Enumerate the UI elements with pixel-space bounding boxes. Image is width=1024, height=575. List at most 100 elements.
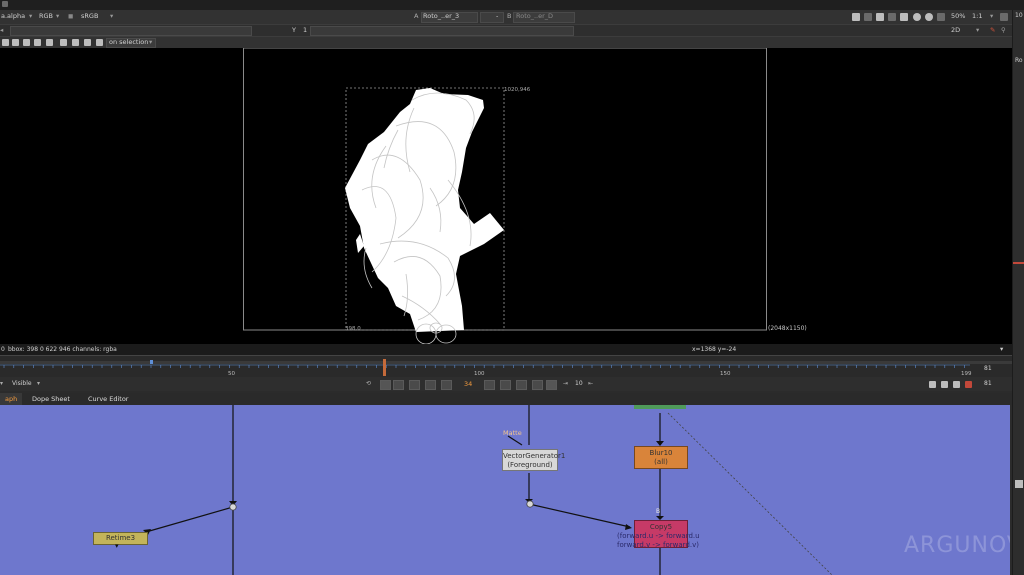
feather-tool-icon[interactable] (34, 39, 41, 46)
gain-icon[interactable] (900, 13, 908, 21)
proxy-icon[interactable] (925, 13, 933, 21)
wipe-icon[interactable] (1000, 13, 1008, 21)
viewer-mode-select[interactable]: 2D (951, 26, 960, 34)
increment-field[interactable]: 10 (575, 380, 583, 387)
in-point-marker[interactable] (150, 360, 153, 364)
copy-node-sub-1: (forward.u -> forward.u (617, 532, 700, 540)
status-menu-icon[interactable]: ▾ (1000, 345, 1003, 353)
frame-display[interactable]: 81 (984, 380, 992, 387)
tab-curve-editor[interactable]: Curve Editor (83, 393, 133, 405)
mode-dropdown-icon[interactable]: ▾ (976, 26, 979, 34)
panel-accent-line (1013, 262, 1024, 264)
vector-generator-node[interactable]: VectorGenerator1 (Foreground) (502, 449, 566, 471)
range-dropdown-icon[interactable]: ▾ (0, 380, 3, 387)
render-icon[interactable] (941, 381, 948, 388)
properties-panel: 10 Ro (1012, 10, 1024, 575)
pick-color-icon[interactable]: ✎ (990, 26, 995, 34)
curves-tool-icon[interactable] (60, 39, 67, 46)
first-frame-button[interactable] (393, 380, 404, 390)
goto-out-button[interactable] (546, 380, 557, 390)
status-info: bbox: 398 0 622 946 channels: rgba (8, 346, 117, 353)
viewer-toolbar: a.alpha ▾ RGB ▾ ◼ sRGB ▾ A Roto_..er_3 -… (0, 10, 1012, 24)
colorspace-b-select[interactable]: sRGB (81, 12, 98, 20)
frame-step-icon[interactable]: ◂ (0, 26, 3, 34)
lut-icon: ◼ (68, 12, 74, 20)
prev-keyframe-button[interactable] (409, 380, 420, 390)
tangent-tool-icon[interactable] (72, 39, 79, 46)
panel-label: Ro (1015, 57, 1023, 64)
next-frame-button[interactable] (500, 380, 511, 390)
node-graph[interactable]: Matte VectorGenerator1 (Foreground) Blur… (0, 405, 1010, 575)
overlay-icon[interactable] (864, 13, 872, 21)
tab-dope-sheet[interactable]: Dope Sheet (27, 393, 75, 405)
copy-node-sub-2: forward.v -> forward.v) (617, 541, 699, 549)
playback-mode-icon[interactable]: ⟲ (366, 380, 371, 387)
ratio-dropdown-icon[interactable]: ▾ (990, 12, 993, 20)
playhead[interactable] (383, 359, 386, 376)
next-keyframe-button[interactable] (516, 380, 527, 390)
blur-node[interactable]: Blur10 (all) (634, 446, 688, 469)
lock-icon[interactable] (953, 381, 960, 388)
play-backward-button[interactable] (441, 380, 452, 390)
colorspace-a-select[interactable]: RGB (39, 12, 53, 20)
visible-select[interactable]: Visible (12, 380, 32, 387)
input-operation-value: - (496, 12, 499, 20)
select-tool-icon[interactable] (2, 39, 9, 46)
colorspace-b-dropdown-icon[interactable]: ▾ (110, 12, 113, 20)
blur-node-sub: (all) (654, 458, 668, 466)
goto-in-button[interactable] (380, 380, 391, 390)
watermark: ARGUNOV (904, 533, 1010, 558)
dot-node[interactable] (229, 503, 237, 511)
roi-icon[interactable] (852, 13, 860, 21)
record-icon[interactable] (965, 381, 972, 388)
refresh-icon[interactable] (913, 13, 921, 21)
viewer-canvas[interactable]: 1020,946 398,0 (2048x1150) (0, 48, 1012, 344)
link-icon[interactable]: ⚲ (1001, 26, 1006, 34)
bbox-bottom-left-label: 398,0 (345, 326, 361, 332)
safe-area-icon[interactable] (876, 13, 884, 21)
status-coords: x=1368 y=-24 (692, 346, 737, 353)
transport-controls: ▾ Visible ▾ ⟲ 34 ⇥ 10 ⇤ 81 (0, 377, 1012, 391)
input-a-label: A (414, 12, 419, 20)
upstream-node[interactable] (634, 405, 686, 409)
window-icon[interactable] (2, 1, 8, 7)
pause-icon[interactable] (937, 13, 945, 21)
label-tool-icon[interactable] (84, 39, 91, 46)
last-frame-button[interactable] (532, 380, 543, 390)
visible-dropdown-icon[interactable]: ▾ (37, 380, 40, 387)
zoom-select[interactable]: 50% (951, 12, 965, 20)
on-selection-dropdown-icon: ▾ (149, 38, 153, 46)
points-tool-icon[interactable] (23, 39, 30, 46)
matte-input-label: Matte (503, 429, 522, 437)
transform-tool-icon[interactable] (12, 39, 19, 46)
on-selection-label: on selection (109, 38, 149, 46)
prev-frame-button[interactable] (425, 380, 436, 390)
dot-node[interactable] (526, 500, 534, 508)
input-a-value: Roto_..er_3 (423, 12, 460, 20)
input-operation-field[interactable] (480, 12, 504, 23)
timeline-end-frame[interactable]: 81 (984, 365, 992, 372)
timeline[interactable]: 50 100 150 199 81 (0, 355, 1012, 378)
clipping-icon[interactable] (888, 13, 896, 21)
retime-node[interactable]: Retime3 (93, 532, 148, 545)
ripple-tool-icon[interactable] (96, 39, 103, 46)
flipbook-icon[interactable] (929, 381, 936, 388)
step-forward-icon[interactable]: ⇤ (588, 380, 593, 387)
status-prefix: 0 (1, 346, 5, 353)
step-icon[interactable]: ⇥ (563, 380, 568, 387)
bbox-tool-icon[interactable] (46, 39, 53, 46)
colorspace-a-dropdown-icon[interactable]: ▾ (56, 12, 59, 20)
timeline-ruler[interactable] (0, 356, 1012, 378)
gamma-slider[interactable] (310, 26, 574, 36)
panel-icon[interactable] (1015, 480, 1023, 488)
channel-select[interactable]: a.alpha (1, 12, 25, 20)
play-forward-button[interactable] (484, 380, 495, 390)
channel-dropdown-icon[interactable]: ▾ (29, 12, 32, 20)
y-value[interactable]: 1 (303, 26, 307, 34)
current-frame-field[interactable]: 34 (464, 380, 472, 388)
bbox-top-right-label: 1020,946 (504, 87, 531, 93)
vector-generator-name: VectorGenerator1 (503, 452, 566, 460)
ratio-select[interactable]: 1:1 (972, 12, 982, 20)
tab-node-graph[interactable]: aph (0, 393, 23, 405)
gain-slider[interactable] (10, 26, 252, 36)
